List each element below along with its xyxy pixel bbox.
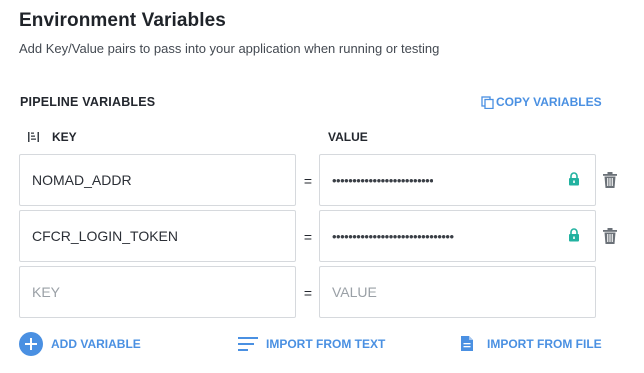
- new-value-input[interactable]: VALUE: [319, 266, 596, 318]
- variable-key-field[interactable]: CFCR_LOGIN_TOKEN: [19, 210, 296, 262]
- copy-icon: [481, 95, 494, 109]
- page-subtitle: Add Key/Value pairs to pass into your ap…: [19, 41, 440, 56]
- file-icon: [461, 336, 473, 351]
- text-lines-icon: [238, 337, 258, 351]
- delete-variable-button[interactable]: [603, 228, 617, 249]
- copy-variables-button[interactable]: COPY VARIABLES: [481, 95, 602, 109]
- new-key-input[interactable]: KEY: [19, 266, 296, 318]
- add-variable-label: ADD VARIABLE: [51, 337, 141, 351]
- import-from-text-button[interactable]: IMPORT FROM TEXT: [238, 337, 385, 351]
- key-column-header[interactable]: KEY: [28, 130, 77, 144]
- equals-sign: =: [303, 173, 313, 189]
- masked-value: •••••••••••••••••••••••••: [332, 172, 434, 188]
- plus-circle-icon: [19, 332, 43, 356]
- sort-icon[interactable]: [28, 131, 40, 143]
- copy-variables-label: COPY VARIABLES: [496, 95, 602, 109]
- variable-value-field[interactable]: •••••••••••••••••••••••••: [319, 154, 596, 206]
- key-column-label: KEY: [52, 130, 77, 144]
- variable-key-field[interactable]: NOMAD_ADDR: [19, 154, 296, 206]
- lock-icon[interactable]: [568, 228, 580, 245]
- value-column-header: VALUE: [328, 130, 368, 144]
- masked-value: ••••••••••••••••••••••••••••••: [332, 228, 454, 244]
- equals-sign: =: [303, 285, 313, 301]
- section-title: PIPELINE VARIABLES: [20, 95, 156, 109]
- trash-icon: [603, 228, 617, 244]
- page-title: Environment Variables: [19, 10, 226, 31]
- trash-icon: [603, 172, 617, 188]
- equals-sign: =: [303, 229, 313, 245]
- delete-variable-button[interactable]: [603, 172, 617, 193]
- import-from-file-label: IMPORT FROM FILE: [487, 336, 602, 351]
- import-from-file-button[interactable]: IMPORT FROM FILE: [461, 336, 602, 351]
- lock-icon[interactable]: [568, 172, 580, 189]
- variable-value-field[interactable]: ••••••••••••••••••••••••••••••: [319, 210, 596, 262]
- add-variable-button[interactable]: ADD VARIABLE: [19, 332, 141, 356]
- import-from-text-label: IMPORT FROM TEXT: [266, 337, 386, 351]
